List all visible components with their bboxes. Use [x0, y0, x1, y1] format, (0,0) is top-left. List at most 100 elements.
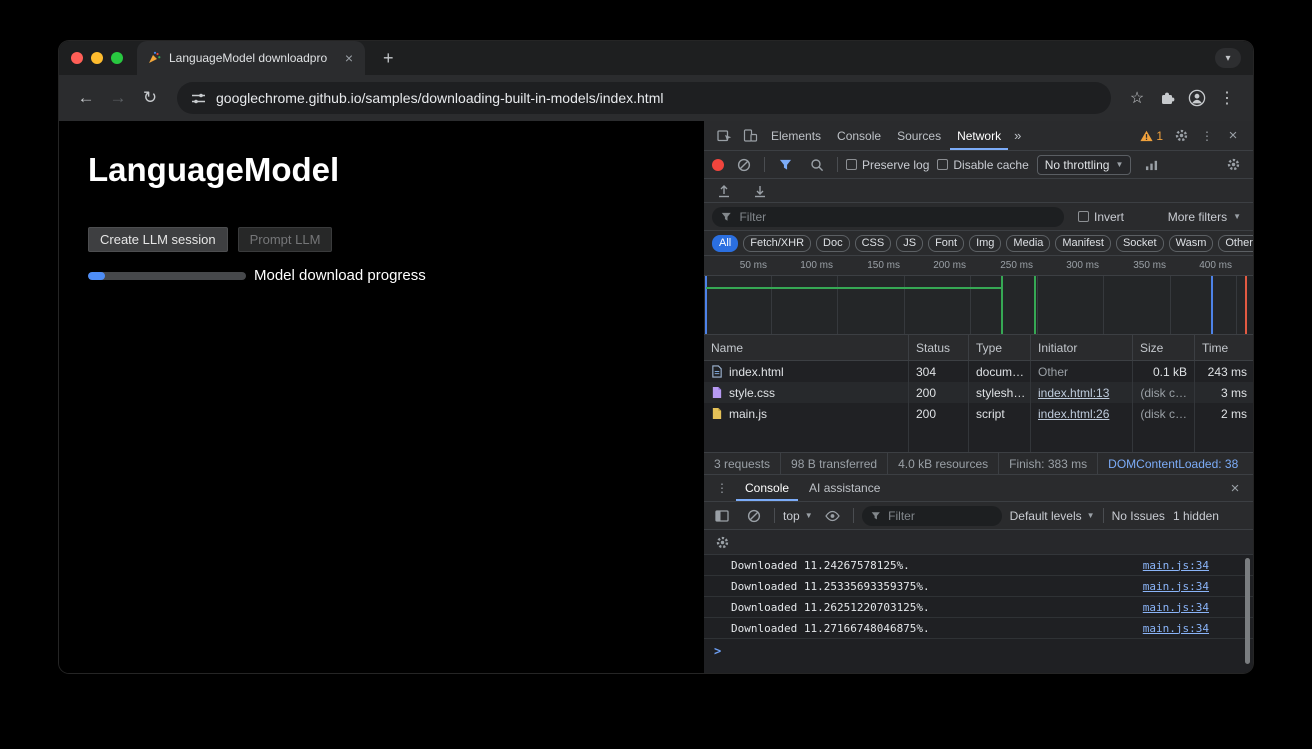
devtools-settings-gear-icon[interactable]: [1169, 125, 1193, 147]
devtools-close-icon[interactable]: ×: [1221, 125, 1245, 147]
chip-font[interactable]: Font: [928, 235, 964, 252]
disable-cache-checkbox[interactable]: Disable cache: [937, 158, 1028, 172]
drawer-tab-ai-assistance[interactable]: AI assistance: [800, 475, 889, 501]
warnings-badge[interactable]: 1: [1136, 129, 1167, 143]
tab-elements[interactable]: Elements: [764, 121, 828, 150]
more-tabs-icon[interactable]: »: [1010, 128, 1025, 143]
export-har-icon[interactable]: [748, 180, 772, 202]
column-name[interactable]: Name: [704, 335, 909, 360]
column-initiator[interactable]: Initiator: [1031, 335, 1133, 360]
request-size: 0.1 kB: [1133, 361, 1195, 382]
import-har-icon[interactable]: [712, 180, 736, 202]
prompt-llm-button[interactable]: Prompt LLM: [238, 227, 333, 252]
browser-menu-icon[interactable]: ⋮: [1213, 84, 1241, 112]
browser-tab[interactable]: LanguageModel downloadpro ×: [137, 41, 365, 75]
chip-fetch-xhr[interactable]: Fetch/XHR: [743, 235, 811, 252]
throttling-select[interactable]: No throttling ▼: [1037, 155, 1132, 175]
request-status: 304: [909, 361, 969, 382]
log-levels-select[interactable]: Default levels ▼: [1010, 509, 1095, 523]
network-conditions-icon[interactable]: [1139, 154, 1163, 176]
drawer-tab-console[interactable]: Console: [736, 475, 798, 501]
network-filter-input[interactable]: [712, 207, 1064, 227]
clear-network-log-icon[interactable]: [732, 154, 756, 176]
tab-network[interactable]: Network: [950, 121, 1008, 150]
tab-search-button[interactable]: ▾: [1215, 48, 1241, 68]
close-window-button[interactable]: [71, 52, 83, 64]
search-network-icon[interactable]: [805, 154, 829, 176]
bookmark-star-icon[interactable]: ☆: [1123, 84, 1151, 112]
live-expression-eye-icon[interactable]: [821, 505, 845, 527]
console-message: Downloaded 11.26251220703125%. main.js:3…: [704, 597, 1253, 618]
timeline-green-marker: [1034, 276, 1036, 334]
inspect-element-icon[interactable]: [712, 125, 736, 147]
reload-button[interactable]: ↻: [135, 88, 165, 108]
column-type[interactable]: Type: [969, 335, 1031, 360]
table-row[interactable]: main.js 200 script index.html:26 (disk c…: [704, 403, 1253, 424]
record-network-log-button[interactable]: [712, 159, 724, 171]
execution-context-select[interactable]: top ▼: [783, 509, 813, 523]
drawer-close-icon[interactable]: ×: [1223, 477, 1247, 499]
network-settings-gear-icon[interactable]: [1221, 154, 1245, 176]
request-initiator-link[interactable]: index.html:26: [1038, 407, 1109, 421]
clear-console-icon[interactable]: [742, 505, 766, 527]
column-status[interactable]: Status: [909, 335, 969, 360]
chip-js[interactable]: JS: [896, 235, 923, 252]
chip-other[interactable]: Other: [1218, 235, 1253, 252]
console-filter-field[interactable]: [886, 508, 992, 524]
console-settings-gear-icon[interactable]: [710, 531, 734, 553]
back-button[interactable]: ←: [71, 88, 101, 108]
minimize-window-button[interactable]: [91, 52, 103, 64]
request-type: stylesh…: [969, 382, 1031, 403]
invert-checkbox[interactable]: Invert: [1078, 210, 1124, 224]
chip-all[interactable]: All: [712, 235, 738, 252]
console-message-source-link[interactable]: main.js:34: [1143, 559, 1209, 572]
hidden-messages-count[interactable]: 1 hidden: [1173, 509, 1219, 523]
chip-css[interactable]: CSS: [855, 235, 892, 252]
filter-text-field[interactable]: [737, 209, 1055, 225]
table-row[interactable]: style.css 200 stylesh… index.html:13 (di…: [704, 382, 1253, 403]
create-llm-session-button[interactable]: Create LLM session: [88, 227, 228, 252]
chip-img[interactable]: Img: [969, 235, 1001, 252]
table-row[interactable]: index.html 304 docum… Other 0.1 kB 243 m…: [704, 361, 1253, 382]
request-type: script: [969, 403, 1031, 424]
console-message-source-link[interactable]: main.js:34: [1143, 622, 1209, 635]
console-messages-area[interactable]: Downloaded 11.24267578125%. main.js:34 D…: [704, 555, 1253, 673]
url-text: googlechrome.github.io/samples/downloadi…: [216, 90, 663, 106]
chip-media[interactable]: Media: [1006, 235, 1050, 252]
drawer-menu-icon[interactable]: ⋮: [710, 477, 734, 499]
tab-strip: LanguageModel downloadpro × + ▾: [59, 41, 1253, 75]
issues-link[interactable]: No Issues: [1112, 509, 1165, 523]
console-scrollbar[interactable]: [1245, 558, 1250, 664]
console-prompt-chevron-icon[interactable]: >: [714, 644, 721, 658]
tab-close-icon[interactable]: ×: [341, 49, 357, 67]
chip-socket[interactable]: Socket: [1116, 235, 1164, 252]
devtools-menu-icon[interactable]: ⋮: [1195, 125, 1219, 147]
profile-avatar-icon[interactable]: [1183, 84, 1211, 112]
site-settings-icon[interactable]: [191, 91, 206, 106]
console-message-source-link[interactable]: main.js:34: [1143, 580, 1209, 593]
console-sidebar-toggle-icon[interactable]: [710, 505, 734, 527]
stylesheet-file-icon: [711, 386, 723, 399]
tab-sources[interactable]: Sources: [890, 121, 948, 150]
column-size[interactable]: Size: [1133, 335, 1195, 360]
request-initiator-link[interactable]: index.html:13: [1038, 386, 1109, 400]
forward-button[interactable]: →: [103, 88, 133, 108]
chip-doc[interactable]: Doc: [816, 235, 850, 252]
chip-wasm[interactable]: Wasm: [1169, 235, 1214, 252]
network-overview-timeline[interactable]: 50 ms 100 ms 150 ms 200 ms 250 ms 300 ms…: [704, 256, 1253, 335]
new-tab-button[interactable]: +: [377, 47, 400, 69]
filter-toggle-icon[interactable]: [773, 154, 797, 176]
console-settings-row: [704, 530, 1253, 555]
chip-manifest[interactable]: Manifest: [1055, 235, 1111, 252]
request-name: main.js: [729, 407, 767, 421]
maximize-window-button[interactable]: [111, 52, 123, 64]
device-toolbar-icon[interactable]: [738, 125, 762, 147]
more-filters-dropdown[interactable]: More filters ▼: [1168, 210, 1245, 224]
address-bar[interactable]: googlechrome.github.io/samples/downloadi…: [177, 82, 1111, 114]
preserve-log-checkbox[interactable]: Preserve log: [846, 158, 929, 172]
console-filter-input[interactable]: [862, 506, 1002, 526]
tab-console[interactable]: Console: [830, 121, 888, 150]
column-time[interactable]: Time: [1195, 335, 1253, 360]
extensions-icon[interactable]: [1153, 84, 1181, 112]
console-message-source-link[interactable]: main.js:34: [1143, 601, 1209, 614]
